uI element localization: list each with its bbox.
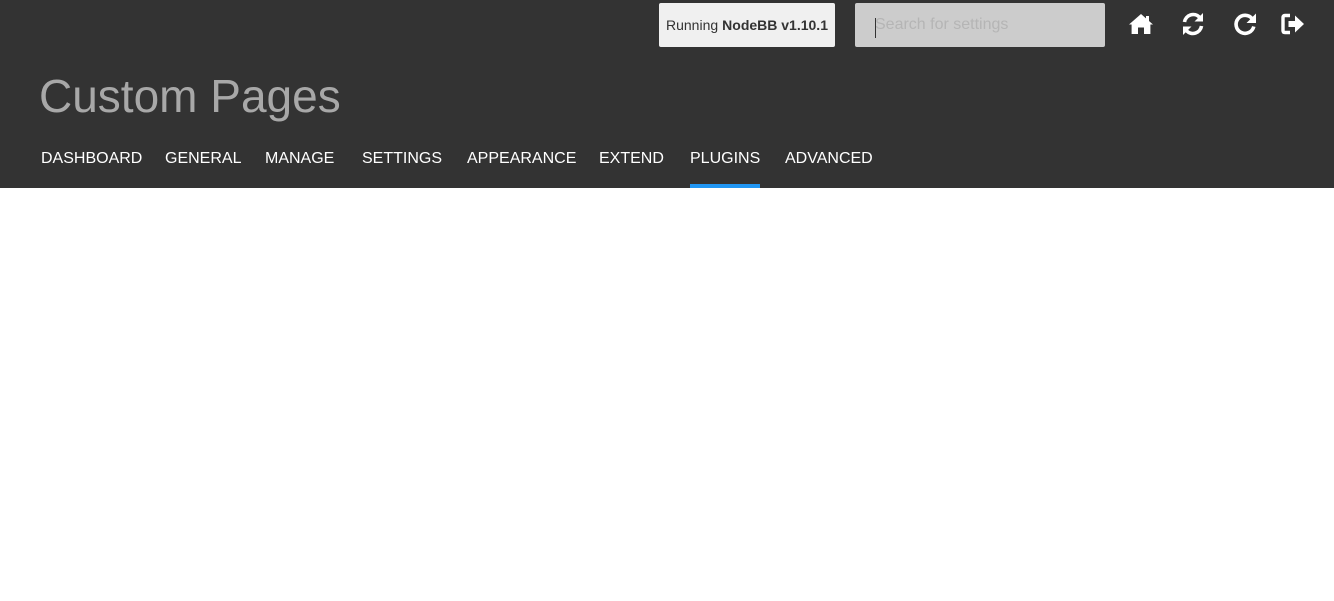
- nav-dashboard[interactable]: DASHBOARD: [41, 138, 142, 188]
- nav-manage[interactable]: MANAGE: [265, 138, 334, 188]
- main-nav: DASHBOARD GENERAL MANAGE SETTINGS APPEAR…: [0, 138, 1334, 188]
- logout-icon: [1281, 13, 1304, 35]
- version-badge[interactable]: Running NodeBB v1.10.1: [659, 3, 835, 47]
- logout-button[interactable]: [1278, 9, 1308, 39]
- nav-settings[interactable]: SETTINGS: [362, 138, 442, 188]
- nav-general[interactable]: GENERAL: [165, 138, 241, 188]
- rebuild-restart-icon: [1182, 12, 1204, 36]
- nav-appearance[interactable]: APPEARANCE: [467, 138, 576, 188]
- settings-search[interactable]: [855, 3, 1105, 47]
- reload-icon: [1234, 13, 1256, 36]
- page-title: Custom Pages: [39, 70, 341, 122]
- search-input[interactable]: [855, 3, 1105, 47]
- rebuild-restart-button[interactable]: [1178, 9, 1208, 39]
- reload-button[interactable]: [1230, 9, 1260, 39]
- home-icon: [1129, 14, 1153, 34]
- version-prefix: Running: [666, 17, 719, 33]
- home-button[interactable]: [1126, 9, 1156, 39]
- version-product: NodeBB v1.10.1: [722, 17, 828, 33]
- admin-header: Running NodeBB v1.10.1 Custom Pages: [0, 0, 1334, 188]
- nav-extend[interactable]: EXTEND: [599, 138, 664, 188]
- nav-plugins[interactable]: PLUGINS: [690, 138, 761, 188]
- nav-advanced[interactable]: ADVANCED: [785, 138, 873, 188]
- page-content: [0, 188, 1334, 601]
- text-caret: [875, 18, 876, 38]
